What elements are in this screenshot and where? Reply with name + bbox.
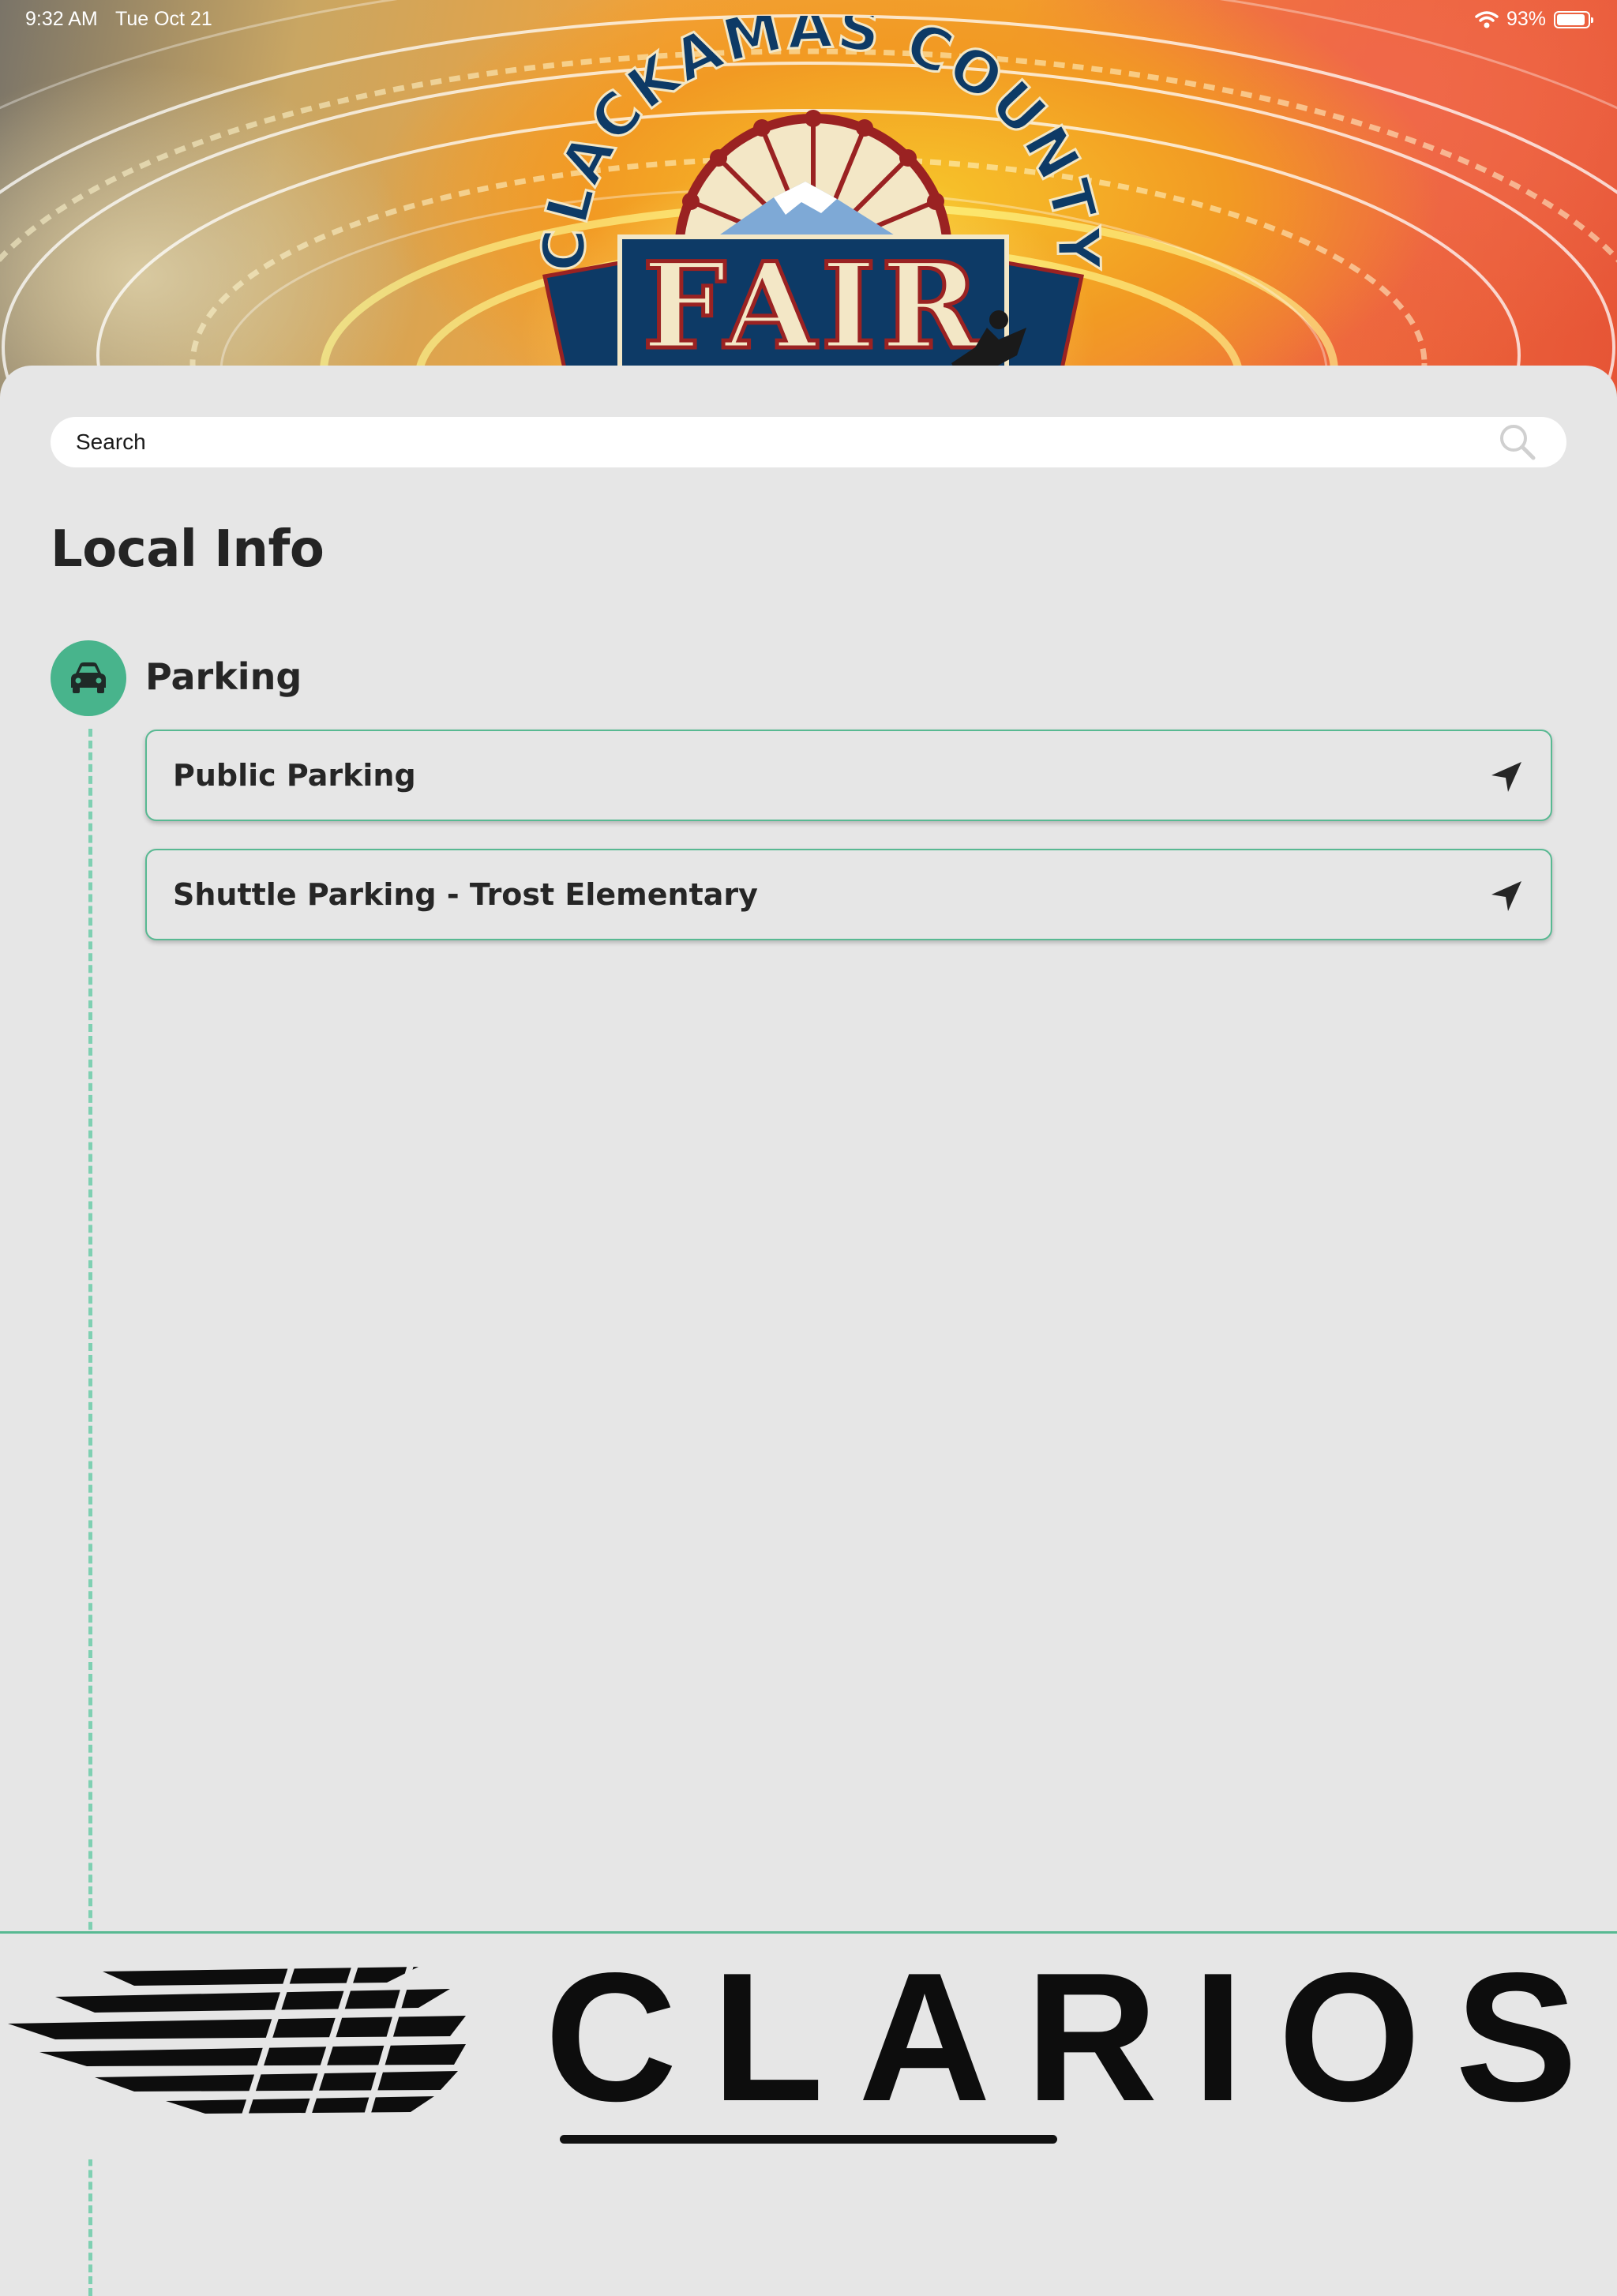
navigation-arrow-icon[interactable] xyxy=(1489,760,1524,794)
wifi-icon xyxy=(1475,10,1499,28)
car-icon xyxy=(71,662,106,693)
status-right: 93% xyxy=(1475,8,1593,31)
status-time: 9:32 AM xyxy=(25,8,98,30)
battery-percent: 93% xyxy=(1506,8,1546,30)
search-icon[interactable] xyxy=(1497,422,1538,463)
list-item-public-parking[interactable]: Public Parking xyxy=(145,730,1552,821)
fair-logo: FAIR CLACKAMAS COUNTY xyxy=(529,16,1105,387)
navigation-arrow-icon[interactable] xyxy=(1489,879,1524,914)
search-input[interactable]: Search xyxy=(76,430,146,455)
content-sheet: Search Local Info Parking Public Parking… xyxy=(0,366,1617,2296)
sponsor-logo-mark xyxy=(8,1965,466,2115)
sponsor-banner[interactable]: CLARIOS xyxy=(0,1931,1617,2159)
search-bar[interactable]: Search xyxy=(51,417,1566,467)
sponsor-name: CLARIOS xyxy=(545,1935,1612,2140)
logo-main-text: FAIR xyxy=(643,237,985,376)
status-date: Tue Oct 21 xyxy=(115,8,212,30)
list-item-label: Shuttle Parking - Trost Elementary xyxy=(173,877,758,912)
hero-banner: 9:32 AM Tue Oct 21 93% FAIR CLACKAMAS CO… xyxy=(0,0,1617,411)
list-item-label: Public Parking xyxy=(173,758,416,793)
list-item-shuttle-parking[interactable]: Shuttle Parking - Trost Elementary xyxy=(145,849,1552,940)
category-label: Parking xyxy=(145,655,302,698)
home-indicator[interactable] xyxy=(560,2135,1057,2144)
battery-icon xyxy=(1554,10,1593,28)
page-title: Local Info xyxy=(51,520,325,579)
category-icon-badge xyxy=(51,640,126,716)
